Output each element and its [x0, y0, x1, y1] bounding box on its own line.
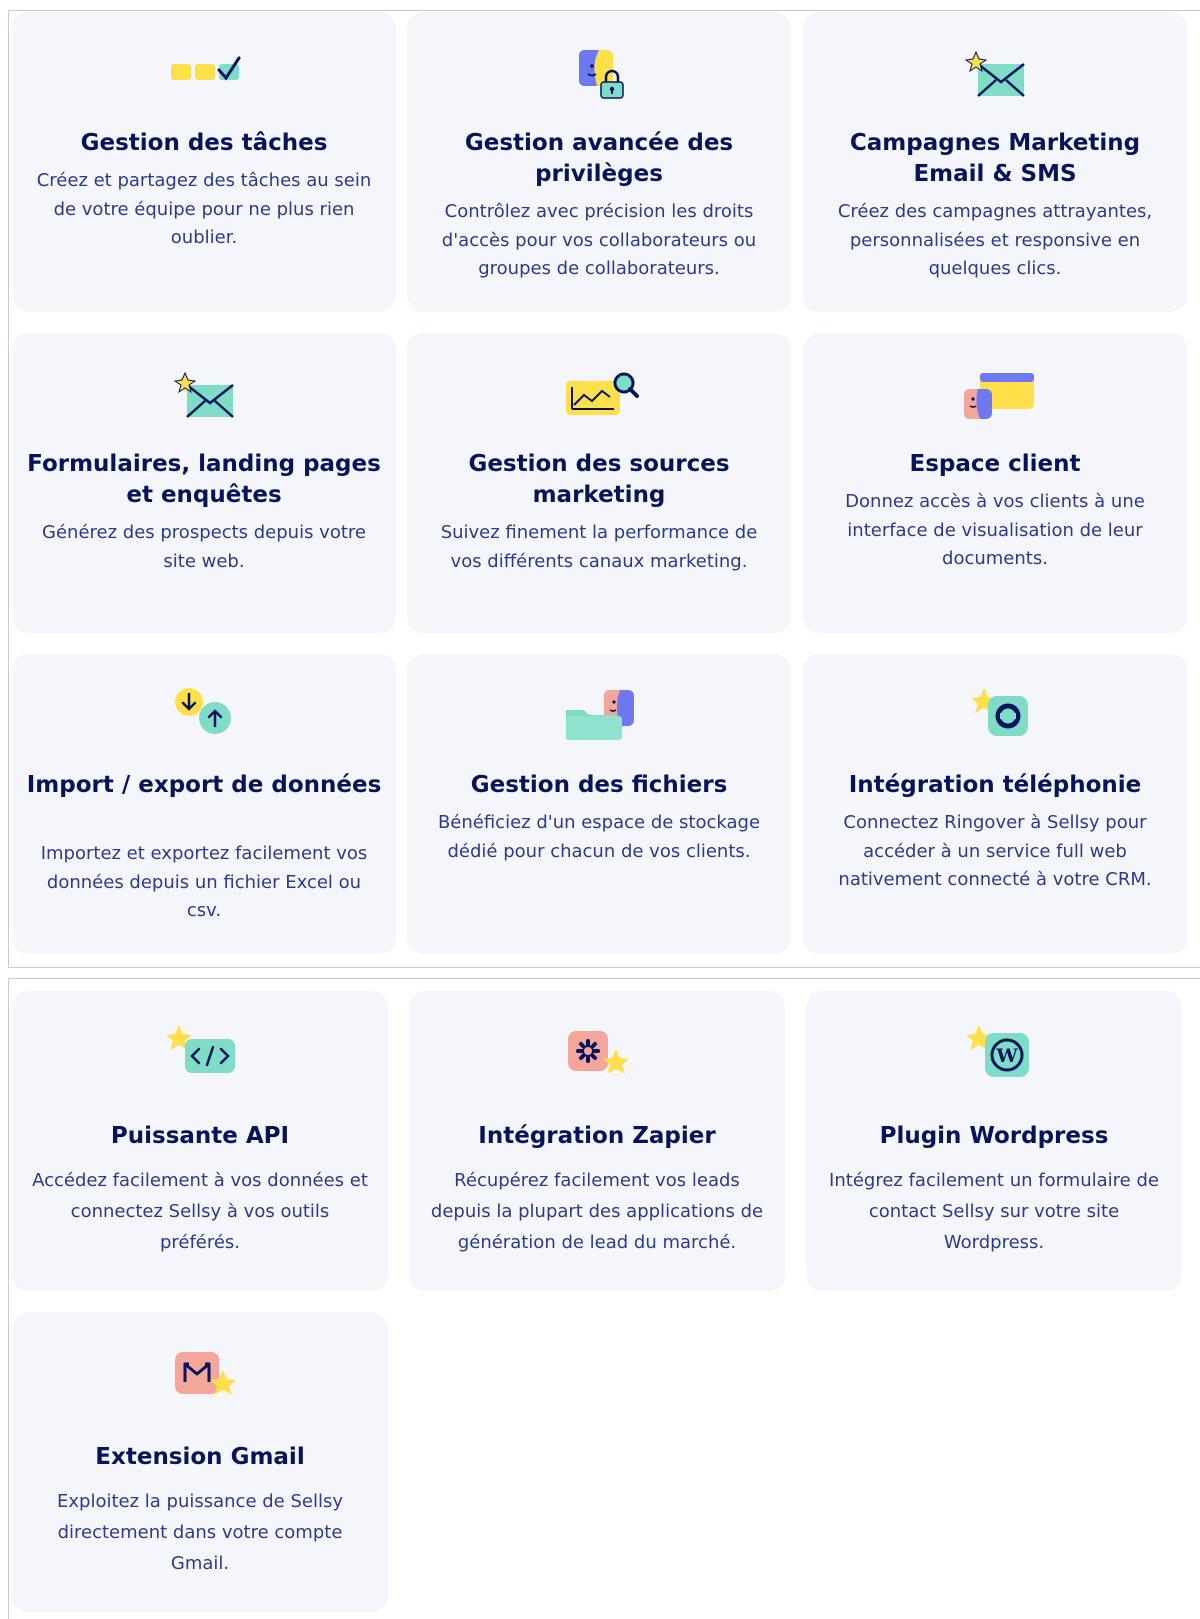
- privileges-lock-icon: [579, 50, 624, 99]
- ringover-logo-icon: [971, 688, 1028, 736]
- envelope-spark-icon: [173, 371, 234, 418]
- card-description: Accédez facilement à vos données et conn…: [32, 1170, 368, 1253]
- card-title: Extension Gmail: [95, 1444, 305, 1470]
- card-title: Formulaires, landing pages et enquêtes: [27, 451, 381, 508]
- feature-card-campaigns[interactable]: Campagnes Marketing Email & SMS Créez de…: [803, 12, 1187, 312]
- feature-card-marketing-sources[interactable]: Gestion des sources marketing Suivez fin…: [407, 333, 791, 633]
- feature-card-import-export[interactable]: Import / export de données Importez et e…: [12, 654, 396, 954]
- card-description: Récupérez facilement vos leads depuis la…: [430, 1170, 764, 1253]
- feature-card-client-space[interactable]: Espace client Donnez accès à vos clients…: [803, 333, 1187, 633]
- card-title: Gestion des tâches: [80, 130, 328, 156]
- card-title: Intégration téléphonie: [848, 772, 1142, 798]
- client-card-icon: [964, 373, 1034, 419]
- card-title: Gestion des sources marketing: [468, 451, 730, 508]
- gmail-logo-icon: [175, 1352, 236, 1395]
- svg-text:W: W: [995, 1045, 1018, 1067]
- card-description: Générez des prospects depuis votre site …: [42, 522, 366, 572]
- envelope-spark-icon: [964, 50, 1025, 97]
- card-title: Gestion des fichiers: [470, 772, 728, 798]
- feature-card-tasks[interactable]: Gestion des tâches Créez et partagez des…: [12, 12, 396, 312]
- card-description: Contrôlez avec précision les droits d'ac…: [441, 201, 757, 279]
- integration-card-zapier[interactable]: Intégration Zapier Récupérez facilement …: [409, 991, 785, 1291]
- card-description: Intégrez facilement un formulaire de con…: [829, 1170, 1159, 1253]
- chart-magnifier-icon: [566, 372, 639, 415]
- card-title: Puissante API: [110, 1123, 290, 1149]
- card-description: Connectez Ringover à Sellsy pour accéder…: [838, 812, 1152, 890]
- feature-card-privileges[interactable]: Gestion avancée des privilèges Contrôlez…: [407, 12, 791, 312]
- integration-card-wordpress[interactable]: W Plugin Wordpress Intégrez facilement u…: [806, 991, 1182, 1291]
- card-description: Exploitez la puissance de Sellsy directe…: [57, 1491, 343, 1574]
- card-description: Importez et exportez facilement vos donn…: [40, 843, 368, 921]
- card-title: Intégration Zapier: [478, 1123, 716, 1149]
- code-brackets-icon: [166, 1025, 235, 1073]
- wordpress-logo-icon: W: [966, 1025, 1029, 1077]
- integration-card-gmail[interactable]: Extension Gmail Exploitez la puissance d…: [12, 1312, 388, 1612]
- card-description: Créez des campagnes attrayantes, personn…: [837, 201, 1153, 279]
- import-export-arrows-icon: [175, 688, 231, 734]
- card-title: Campagnes Marketing Email & SMS: [849, 130, 1141, 187]
- feature-card-files[interactable]: Gestion des fichiers Bénéficiez d'un esp…: [407, 654, 791, 954]
- zapier-logo-icon: [568, 1031, 629, 1074]
- features-panel: Gestion des tâches Créez et partagez des…: [8, 10, 1200, 968]
- card-title: Gestion avancée des privilèges: [464, 130, 734, 187]
- integrations-panel: Puissante API Accédez facilement à vos d…: [8, 978, 1200, 1619]
- card-title: Espace client: [909, 451, 1081, 477]
- card-title: Plugin Wordpress: [879, 1123, 1109, 1149]
- feature-card-telephony[interactable]: Intégration téléphonie Connectez Ringove…: [803, 654, 1187, 954]
- card-description: Bénéficiez d'un espace de stockage dédié…: [437, 812, 761, 862]
- integration-card-api[interactable]: Puissante API Accédez facilement à vos d…: [12, 991, 388, 1291]
- feature-card-forms[interactable]: Formulaires, landing pages et enquêtes G…: [12, 333, 396, 633]
- tasks-checkbox-icon: [171, 56, 241, 81]
- card-title: Import / export de données: [26, 772, 382, 798]
- card-description: Donnez accès à vos clients à une interfa…: [845, 491, 1145, 569]
- card-description: Suivez finement la performance de vos di…: [440, 522, 758, 572]
- card-description: Créez et partagez des tâches au sein de …: [36, 170, 372, 248]
- folder-face-icon: [566, 690, 634, 740]
